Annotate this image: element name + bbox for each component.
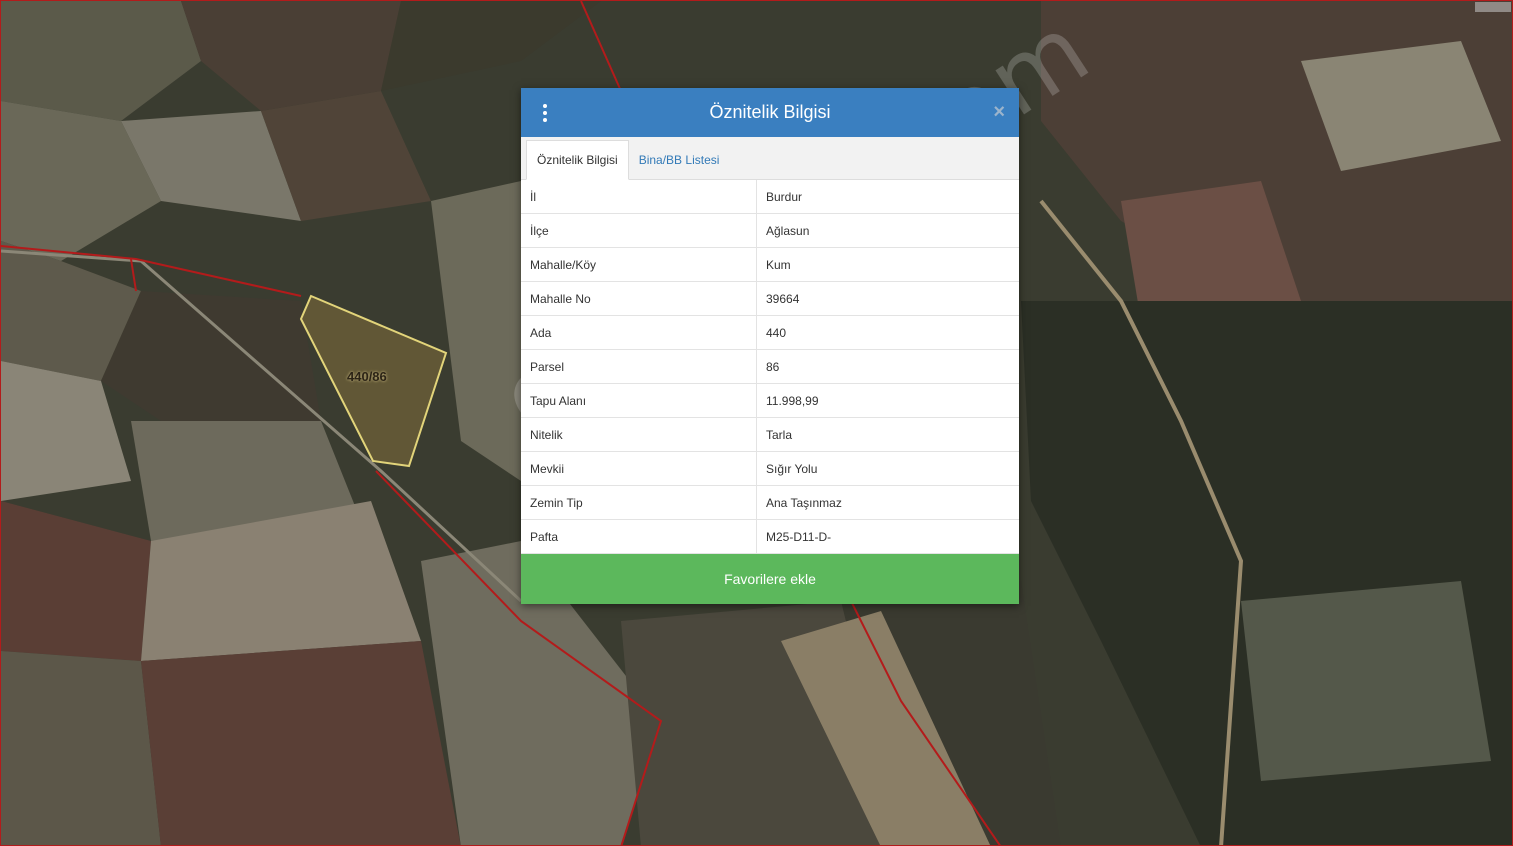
row-value: Tarla <box>756 417 1019 452</box>
row-key: Pafta <box>521 519 757 554</box>
table-row: Zemin Tip Ana Taşınmaz <box>521 485 1019 520</box>
dialog-header: Öznitelik Bilgisi × <box>521 88 1019 137</box>
row-key: Zemin Tip <box>521 485 757 520</box>
row-value: Burdur <box>756 180 1019 214</box>
row-value: Ana Taşınmaz <box>756 485 1019 520</box>
row-key: Mevkii <box>521 451 757 486</box>
table-row: Pafta M25-D11-D- <box>521 519 1019 554</box>
row-value: 39664 <box>756 281 1019 316</box>
attribute-dialog: Öznitelik Bilgisi × Öznitelik Bilgisi Bi… <box>521 88 1019 604</box>
row-value: 11.998,99 <box>756 383 1019 418</box>
row-key: Ada <box>521 315 757 350</box>
parcel-label: 440/86 <box>347 369 387 384</box>
table-row: Mevkii Sığır Yolu <box>521 451 1019 486</box>
tab-building-list[interactable]: Bina/BB Listesi <box>629 141 730 179</box>
row-key: Nitelik <box>521 417 757 452</box>
table-row: Nitelik Tarla <box>521 417 1019 452</box>
row-value: Ağlasun <box>756 213 1019 248</box>
row-key: Parsel <box>521 349 757 384</box>
row-value: 440 <box>756 315 1019 350</box>
tab-bar: Öznitelik Bilgisi Bina/BB Listesi <box>521 137 1019 180</box>
table-row: İlçe Ağlasun <box>521 213 1019 248</box>
table-row: İl Burdur <box>521 180 1019 214</box>
close-icon[interactable]: × <box>993 100 1005 124</box>
kebab-menu-icon[interactable] <box>541 104 549 122</box>
add-favorite-button[interactable]: Favorilere ekle <box>521 554 1019 604</box>
table-row: Parsel 86 <box>521 349 1019 384</box>
map-corner-control[interactable] <box>1475 2 1511 12</box>
table-row: Mahalle No 39664 <box>521 281 1019 316</box>
table-row: Mahalle/Köy Kum <box>521 247 1019 282</box>
row-value: Kum <box>756 247 1019 282</box>
row-key: İlçe <box>521 213 757 248</box>
row-key: Mahalle No <box>521 281 757 316</box>
row-value: M25-D11-D- <box>756 519 1019 554</box>
row-key: Tapu Alanı <box>521 383 757 418</box>
row-key: İl <box>521 180 757 214</box>
table-row: Tapu Alanı 11.998,99 <box>521 383 1019 418</box>
table-row: Ada 440 <box>521 315 1019 350</box>
row-value: 86 <box>756 349 1019 384</box>
row-key: Mahalle/Köy <box>521 247 757 282</box>
attribute-table: İl Burdur İlçe Ağlasun Mahalle/Köy Kum Maha… <box>521 180 1019 554</box>
row-value: Sığır Yolu <box>756 451 1019 486</box>
tab-attribute-info[interactable]: Öznitelik Bilgisi <box>526 140 629 180</box>
dialog-title: Öznitelik Bilgisi <box>709 102 831 122</box>
